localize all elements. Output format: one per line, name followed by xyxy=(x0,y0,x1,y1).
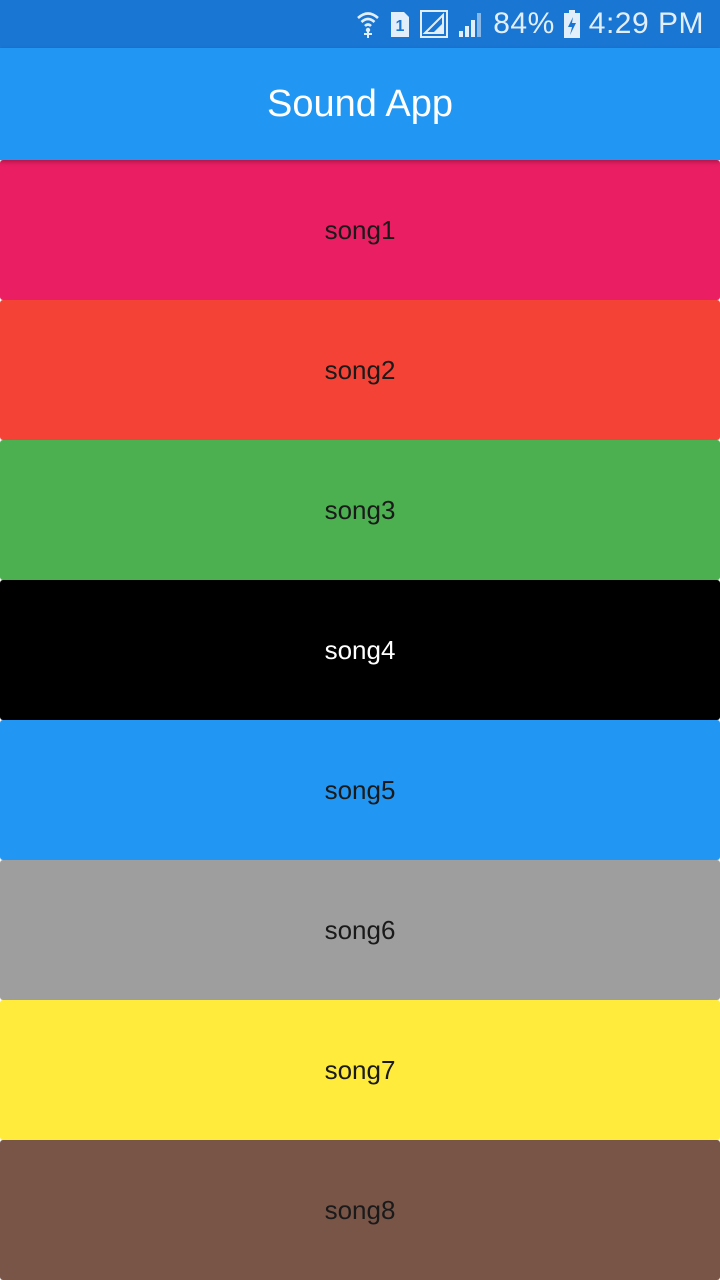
song-button-4[interactable]: song4 xyxy=(0,580,720,720)
song-label: song8 xyxy=(324,1194,396,1225)
song-label: song7 xyxy=(324,1054,396,1085)
clock: 4:29 PM xyxy=(588,7,704,40)
song-button-2[interactable]: song2 xyxy=(0,300,720,440)
song-button-6[interactable]: song6 xyxy=(0,860,720,1000)
song-button-5[interactable]: song5 xyxy=(0,720,720,860)
song-list: song1 song2 song3 song4 song5 song6 song… xyxy=(0,160,720,1280)
app-bar: Sound App xyxy=(0,48,720,160)
wifi-calling-icon xyxy=(355,9,381,39)
app-title: Sound App xyxy=(267,82,453,125)
song-button-1[interactable]: song1 xyxy=(0,160,720,300)
song-label: song6 xyxy=(324,914,396,945)
battery-charging-icon xyxy=(563,9,581,39)
signal-icon xyxy=(419,9,449,39)
sim-number: 1 xyxy=(396,18,405,35)
battery-percent: 84% xyxy=(493,7,555,40)
song-button-8[interactable]: song8 xyxy=(0,1140,720,1280)
song-label: song5 xyxy=(324,774,396,805)
song-button-7[interactable]: song7 xyxy=(0,1000,720,1140)
song-label: song2 xyxy=(324,354,396,385)
signal-icon xyxy=(457,9,485,39)
song-label: song3 xyxy=(324,494,396,525)
song-label: song4 xyxy=(324,634,396,665)
sim-icon: 1 xyxy=(389,9,411,39)
status-bar: 1 84% 4:29 PM xyxy=(0,0,720,48)
song-button-3[interactable]: song3 xyxy=(0,440,720,580)
song-label: song1 xyxy=(324,214,396,245)
